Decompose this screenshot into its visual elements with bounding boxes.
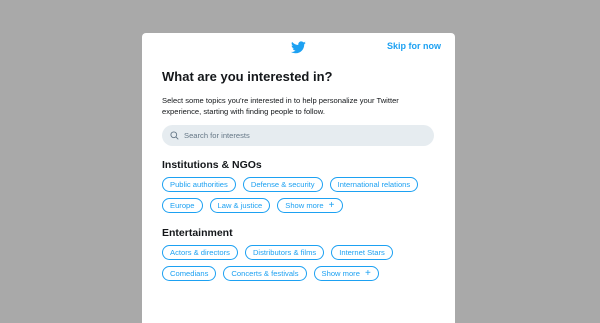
topic-pill-distributors-films[interactable]: Distributors & films xyxy=(244,245,325,260)
page-title: What are you interested in? xyxy=(162,69,333,84)
plus-icon: + xyxy=(328,199,335,211)
topic-label: Europe xyxy=(170,201,195,210)
search-icon xyxy=(170,131,179,140)
topic-label: Law & justice xyxy=(217,201,263,210)
topic-list-institutions: Public authorities Defense & security In… xyxy=(162,177,436,213)
interests-dialog: Skip for now What are you interested in?… xyxy=(142,33,455,323)
topic-pill-public-authorities[interactable]: Public authorities xyxy=(162,177,236,192)
topic-label: Internet Stars xyxy=(339,248,385,257)
topic-label: Defense & security xyxy=(250,180,315,189)
skip-for-now-button[interactable]: Skip for now xyxy=(387,41,441,51)
section-title-entertainment: Entertainment xyxy=(162,227,233,239)
topic-pill-europe[interactable]: Europe xyxy=(162,198,203,213)
topic-pill-comedians[interactable]: Comedians xyxy=(162,266,217,281)
dialog-content: What are you interested in? Select some … xyxy=(142,69,455,281)
topic-pill-concerts-festivals[interactable]: Concerts & festivals xyxy=(223,266,307,281)
plus-icon: + xyxy=(364,267,371,279)
topic-pill-law-justice[interactable]: Law & justice xyxy=(209,198,271,213)
dialog-header: Skip for now xyxy=(142,33,455,63)
topic-label: Comedians xyxy=(170,269,209,278)
topic-pill-international-relations[interactable]: International relations xyxy=(329,177,419,192)
topic-pill-actors-directors[interactable]: Actors & directors xyxy=(162,245,238,260)
topic-label: Public authorities xyxy=(170,180,228,189)
show-more-button-institutions[interactable]: Show more + xyxy=(277,198,343,213)
topic-label: Distributors & films xyxy=(252,248,317,257)
show-more-label: Show more xyxy=(285,201,324,210)
description-text: Select some topics you're interested in … xyxy=(162,96,399,116)
show-more-label: Show more xyxy=(321,269,360,278)
topic-pill-defense-security[interactable]: Defense & security xyxy=(242,177,323,192)
search-bar[interactable] xyxy=(162,125,434,146)
search-input[interactable] xyxy=(184,131,414,140)
topic-label: International relations xyxy=(337,180,411,189)
twitter-bird-icon xyxy=(291,41,306,54)
section-title-institutions: Institutions & NGOs xyxy=(162,159,262,171)
topic-pill-internet-stars[interactable]: Internet Stars xyxy=(331,245,393,260)
topic-label: Concerts & festivals xyxy=(231,269,299,278)
show-more-button-entertainment[interactable]: Show more + xyxy=(313,266,379,281)
topic-list-entertainment: Actors & directors Distributors & films … xyxy=(162,245,436,281)
topic-label: Actors & directors xyxy=(170,248,230,257)
